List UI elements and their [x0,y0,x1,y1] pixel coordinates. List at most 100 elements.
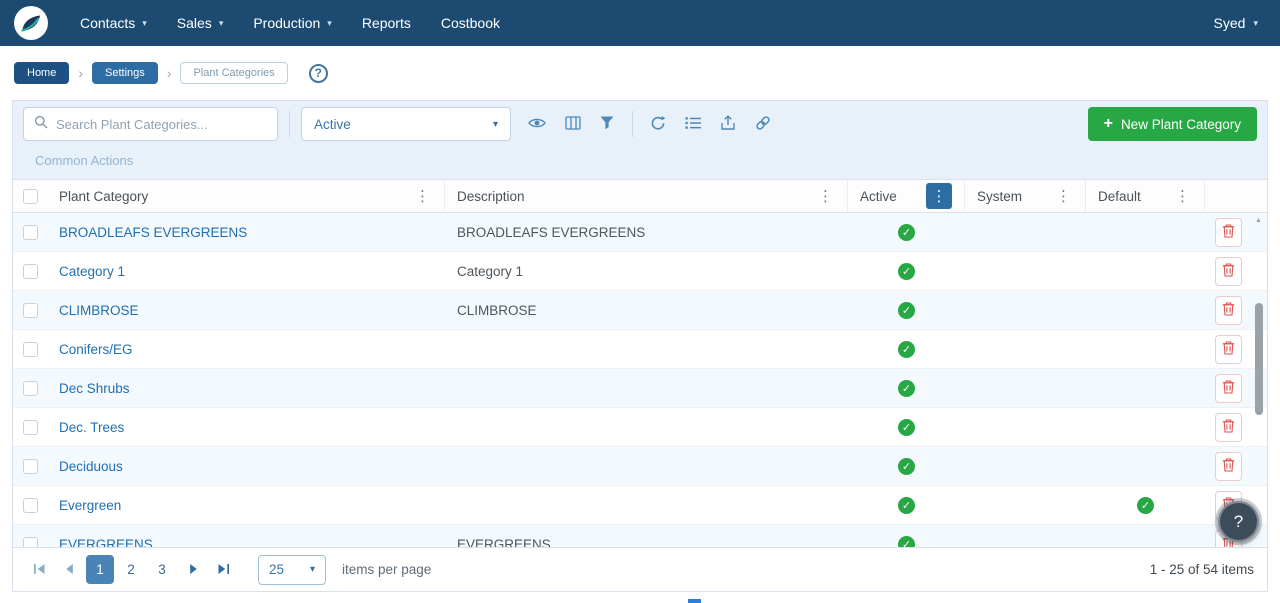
last-page-icon [218,562,229,577]
active-check-icon: ✓ [898,458,915,475]
breadcrumb: Home › Settings › Plant Categories ? [0,46,1280,100]
nav-item-costbook[interactable]: Costbook [441,15,500,31]
active-check-icon: ✓ [898,302,915,319]
first-page-button[interactable] [26,557,52,583]
breadcrumb-home-button[interactable]: Home [14,62,69,84]
row-checkbox[interactable] [23,303,38,318]
table-columns-icon [565,116,581,133]
search-icon [34,115,48,134]
table-row: CLIMBROSE CLIMBROSE ✓ ✓ [13,291,1267,330]
search-box[interactable] [23,107,278,141]
chevron-down-icon: ▾ [219,18,224,29]
plant-category-link[interactable]: Conifers/EG [59,342,133,357]
delete-button[interactable] [1215,452,1242,481]
row-checkbox[interactable] [23,459,38,474]
search-input[interactable] [56,117,267,132]
app-logo[interactable] [14,6,48,40]
row-checkbox[interactable] [23,264,38,279]
delete-button[interactable] [1215,335,1242,364]
row-checkbox[interactable] [23,537,38,548]
columns-button[interactable] [563,114,583,135]
scroll-up-icon[interactable]: ▲ [1255,217,1262,224]
page-button-3[interactable]: 3 [148,555,176,584]
next-page-icon [188,562,199,577]
row-checkbox[interactable] [23,225,38,240]
plant-category-link[interactable]: Deciduous [59,459,123,474]
list-icon [685,116,701,133]
funnel-icon [600,116,614,133]
select-all-checkbox[interactable] [23,189,38,204]
export-icon [720,115,736,134]
default-check-icon: ✓ [1137,497,1154,514]
nav-item-reports[interactable]: Reports [362,15,411,31]
first-page-icon [34,562,45,577]
chevron-down-icon: ▾ [1253,18,1258,29]
column-menu-icon[interactable]: ⋮ [816,187,835,205]
link-button[interactable] [753,113,773,136]
plant-category-link[interactable]: Dec. Trees [59,420,124,435]
filter-button[interactable] [598,114,616,135]
next-page-button[interactable] [180,557,206,583]
trash-icon [1222,263,1235,280]
refresh-button[interactable] [648,113,668,136]
link-icon [755,115,771,134]
column-menu-icon[interactable]: ⋮ [1054,187,1073,205]
breadcrumb-settings-button[interactable]: Settings [92,62,158,84]
trash-icon [1222,341,1235,358]
vertical-scrollbar[interactable]: ▲ [1254,215,1264,545]
help-fab-button[interactable]: ? [1218,501,1259,542]
column-menu-icon[interactable]: ⋮ [413,187,432,205]
row-checkbox[interactable] [23,498,38,513]
user-name: Syed [1214,15,1246,31]
common-actions-toggle[interactable]: Common Actions [23,141,141,168]
plus-icon: + [1104,116,1113,132]
divider [632,111,633,137]
help-icon[interactable]: ? [309,64,328,83]
scrollbar-thumb[interactable] [1255,303,1263,415]
new-plant-category-button[interactable]: + New Plant Category [1088,107,1257,141]
table-row: Dec Shrubs ✓ ✓ [13,369,1267,408]
table-row: Conifers/EG ✓ ✓ [13,330,1267,369]
status-filter-select[interactable]: Active ▾ [301,107,511,141]
column-header-description: Description [457,189,525,204]
page-button-2[interactable]: 2 [117,555,145,584]
plant-category-link[interactable]: Category 1 [59,264,125,279]
row-checkbox[interactable] [23,342,38,357]
plant-category-link[interactable]: EVERGREENS [59,537,153,548]
row-checkbox[interactable] [23,381,38,396]
active-check-icon: ✓ [898,341,915,358]
export-button[interactable] [718,113,738,136]
list-view-button[interactable] [683,114,703,135]
page-button-1[interactable]: 1 [86,555,114,584]
column-menu-icon-active[interactable]: ⋮ [926,183,952,209]
active-check-icon: ✓ [898,536,915,548]
table-body: BROADLEAFS EVERGREENS BROADLEAFS EVERGRE… [13,213,1267,547]
page-size-select[interactable]: 25 ▾ [258,555,326,585]
nav-item-label: Production [253,15,320,31]
table-row: EVERGREENS EVERGREENS ✓ ✓ [13,525,1267,547]
table-row: Deciduous ✓ ✓ [13,447,1267,486]
delete-button[interactable] [1215,374,1242,403]
user-menu[interactable]: Syed ▾ [1214,15,1266,31]
nav-item-label: Contacts [80,15,135,31]
nav-item-sales[interactable]: Sales▾ [177,15,224,31]
visibility-button[interactable] [526,115,548,134]
row-checkbox[interactable] [23,420,38,435]
column-header-system: System [977,189,1022,204]
nav-item-production[interactable]: Production▾ [253,15,331,31]
column-menu-icon[interactable]: ⋮ [1173,187,1192,205]
trash-icon [1222,224,1235,241]
new-plant-category-label: New Plant Category [1121,117,1241,132]
delete-button[interactable] [1215,296,1242,325]
delete-button[interactable] [1215,257,1242,286]
plant-category-link[interactable]: Dec Shrubs [59,381,130,396]
delete-button[interactable] [1215,413,1242,442]
nav-item-contacts[interactable]: Contacts▾ [80,15,147,31]
plant-category-link[interactable]: CLIMBROSE [59,303,139,318]
last-page-button[interactable] [210,557,236,583]
table-row: Evergreen ✓ ✓ [13,486,1267,525]
plant-category-link[interactable]: BROADLEAFS EVERGREENS [59,225,247,240]
prev-page-button[interactable] [56,557,82,583]
plant-category-link[interactable]: Evergreen [59,498,121,513]
delete-button[interactable] [1215,218,1242,247]
